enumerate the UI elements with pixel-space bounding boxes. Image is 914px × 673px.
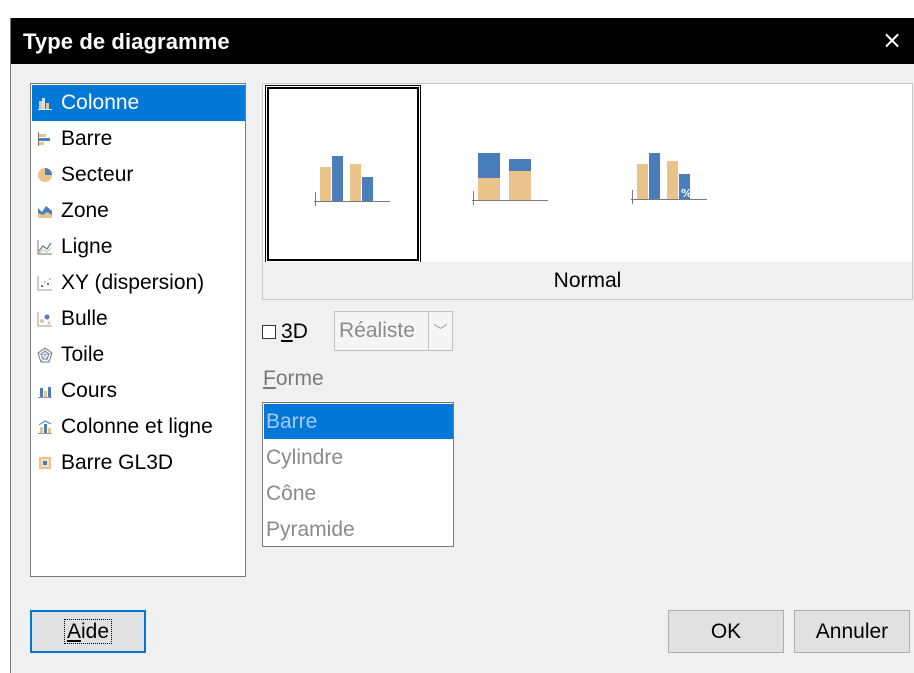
chart-subtype-gallery[interactable]: % Normal: [262, 83, 913, 300]
chart-type-toile[interactable]: Toile: [32, 337, 245, 373]
chart-type-label: Colonne et ligne: [61, 415, 213, 438]
help-button-label: Aide: [63, 619, 113, 644]
net-chart-icon: [37, 347, 53, 363]
chart-type-barre-gl3d[interactable]: Barre GL3D: [32, 445, 245, 481]
chart-type-barre[interactable]: Barre: [32, 121, 245, 157]
chart-type-secteur[interactable]: Secteur: [32, 157, 245, 193]
scatter-chart-icon: [37, 276, 52, 291]
checkbox-3d-box[interactable]: [262, 325, 276, 339]
help-button[interactable]: Aide: [30, 610, 146, 653]
column-line-chart-icon: [38, 420, 52, 434]
bubble-chart-icon: [37, 312, 52, 327]
shape-list[interactable]: Barre Cylindre Cône Pyramide: [262, 402, 454, 547]
close-icon: ×: [881, 26, 903, 54]
column-chart-icon: [38, 98, 52, 110]
chart-type-dialog: Type de diagramme × Colonne Barre Secteu…: [10, 18, 914, 673]
scheme-value: Réaliste: [339, 319, 415, 342]
column-percent-stacked-icon: %: [631, 153, 707, 204]
chart-type-xy-dispersion[interactable]: XY (dispersion): [32, 265, 245, 301]
checkbox-3d[interactable]: 3D: [262, 316, 308, 348]
close-button[interactable]: ×: [869, 18, 914, 64]
column-normal-icon: [314, 156, 390, 206]
shape-option-pyramide[interactable]: Pyramide: [264, 512, 453, 547]
chart-type-list[interactable]: Colonne Barre Secteur Zone Ligne XY (dis…: [30, 83, 246, 577]
area-chart-icon: [38, 206, 52, 218]
scheme-dropdown[interactable]: Réaliste ﹀: [334, 311, 453, 351]
chart-type-colonne-et-ligne[interactable]: Colonne et ligne: [32, 409, 245, 445]
dialog-title: Type de diagramme: [23, 29, 230, 54]
subtype-percent-stacked[interactable]: %: [585, 85, 741, 263]
stock-chart-icon: [38, 387, 52, 398]
shape-option-cylindre[interactable]: Cylindre: [264, 440, 453, 475]
chart-type-ligne[interactable]: Ligne: [32, 229, 245, 265]
shape-label: Forme: [263, 367, 324, 390]
chart-type-bulle[interactable]: Bulle: [32, 301, 245, 337]
title-bar: Type de diagramme ×: [11, 18, 914, 64]
cancel-button[interactable]: Annuler: [794, 610, 910, 653]
chart-type-label: Secteur: [61, 163, 134, 186]
gl3d-bar-chart-icon: [39, 457, 51, 469]
column-stacked-icon: [472, 153, 548, 205]
chart-type-label: Barre: [61, 127, 113, 150]
chart-type-label: Toile: [61, 343, 105, 366]
dropdown-arrow-icon[interactable]: ﹀: [428, 312, 452, 350]
chart-type-label: Colonne: [61, 91, 140, 114]
chart-type-zone[interactable]: Zone: [32, 193, 245, 229]
pie-chart-icon: [38, 168, 52, 182]
subtype-normal[interactable]: [265, 85, 421, 263]
chart-type-label: Barre GL3D: [61, 451, 174, 474]
shape-option-barre[interactable]: Barre: [264, 404, 453, 439]
chart-type-label: Ligne: [61, 235, 113, 258]
chart-type-colonne[interactable]: Colonne: [32, 85, 245, 121]
checkbox-3d-label: 3D: [281, 320, 308, 343]
percent-badge: %: [681, 187, 692, 200]
chart-type-cours[interactable]: Cours: [32, 373, 245, 409]
line-chart-icon: [37, 240, 52, 255]
subtype-caption: Normal: [263, 262, 912, 299]
chart-type-label: Bulle: [61, 307, 108, 330]
chart-type-label: Zone: [61, 199, 109, 222]
bar-chart-icon: [38, 132, 50, 146]
ok-button[interactable]: OK: [668, 610, 784, 653]
chart-type-label: Cours: [61, 379, 118, 402]
shape-option-cone[interactable]: Cône: [264, 476, 453, 511]
chart-type-label: XY (dispersion): [61, 271, 205, 294]
subtype-stacked[interactable]: [426, 85, 582, 263]
